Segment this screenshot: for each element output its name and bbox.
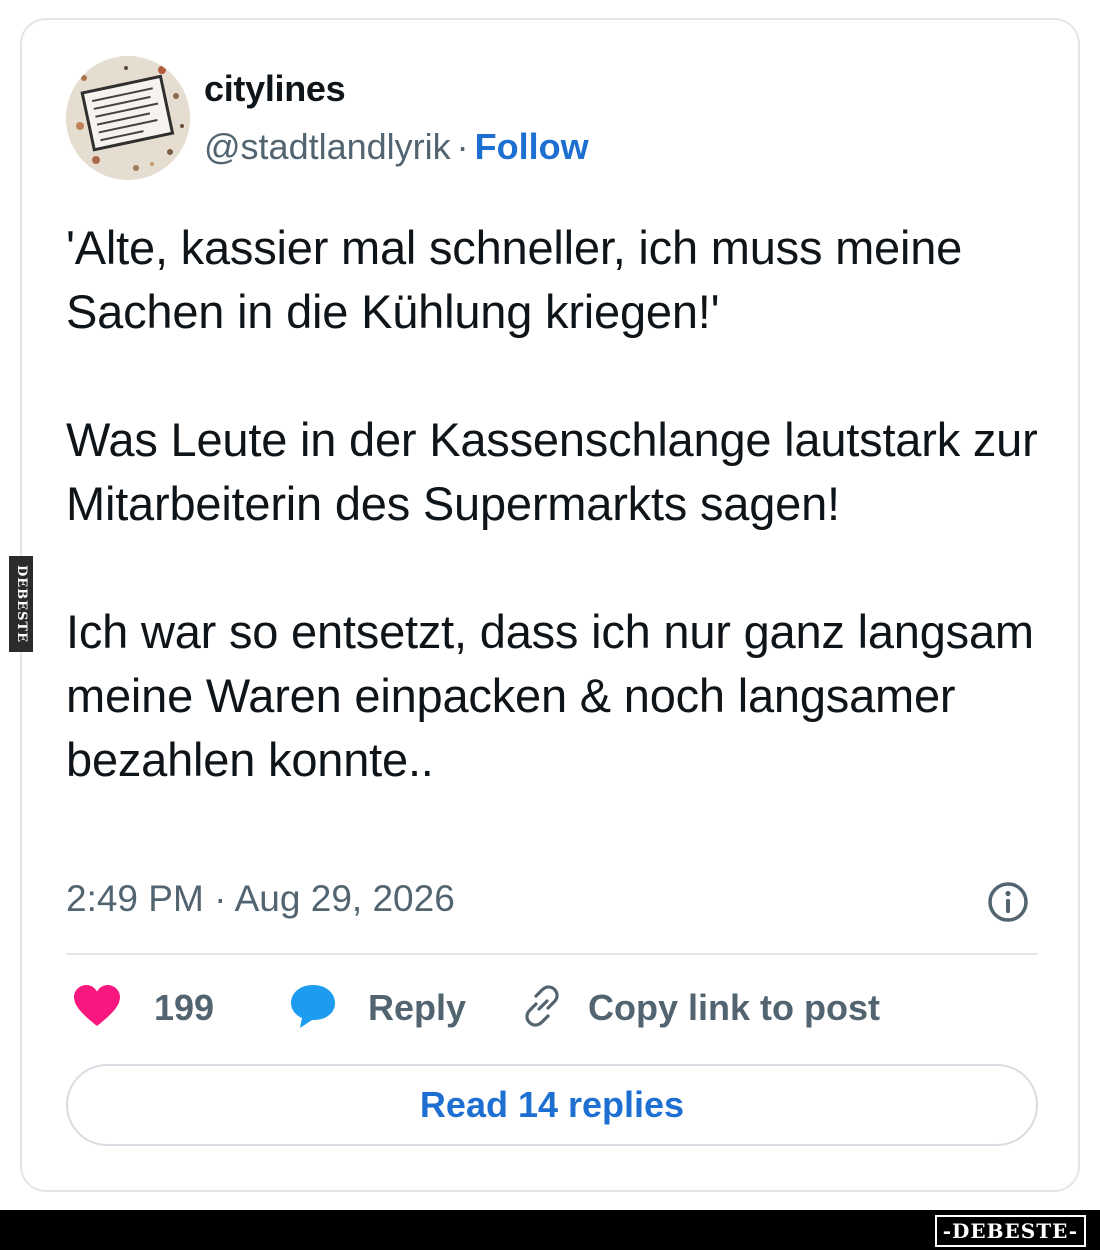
copy-link-label: Copy link to post (588, 987, 880, 1028)
avatar-image (66, 56, 190, 180)
action-bar: 199 Reply Copy link to post (66, 978, 1046, 1038)
separator-dot: · (456, 126, 469, 167)
footer-watermark-logo: -DEBESTE- (934, 1215, 1086, 1247)
heart-icon (72, 984, 122, 1033)
handle-line: @stadtlandlyrik · Follow (204, 126, 589, 168)
like-count: 199 (154, 987, 215, 1028)
side-watermark: DEBESTE (9, 556, 33, 652)
reply-button[interactable]: Reply (288, 978, 466, 1038)
avatar[interactable] (66, 56, 190, 180)
divider (66, 953, 1038, 955)
tweet-timestamp[interactable]: 2:49 PM · Aug 29, 2026 (66, 878, 455, 920)
display-name[interactable]: citylines (204, 68, 346, 110)
reply-label: Reply (368, 987, 467, 1028)
read-replies-button[interactable]: Read 14 replies (66, 1064, 1038, 1146)
tweet-paragraph: 'Alte, kassier mal schneller, ich muss m… (66, 221, 963, 338)
tweet-paragraph: Ich war so entsetzt, dass ich nur ganz l… (66, 605, 1034, 786)
speech-bubble-icon (288, 982, 338, 1035)
tweet-paragraph: Was Leute in der Kassenschlange lautstar… (66, 413, 1038, 530)
user-handle[interactable]: @stadtlandlyrik (204, 126, 451, 167)
footer-bar: -DEBESTE- (0, 1210, 1100, 1250)
like-button[interactable]: 199 (72, 978, 214, 1038)
link-icon (518, 982, 566, 1035)
tweet-card: citylines @stadtlandlyrik · Follow 'Alte, … (20, 18, 1080, 1192)
info-icon[interactable] (986, 880, 1030, 924)
follow-button[interactable]: Follow (475, 126, 589, 167)
copy-link-button[interactable]: Copy link to post (518, 978, 880, 1038)
tweet-text: 'Alte, kassier mal schneller, ich muss m… (66, 216, 1056, 792)
